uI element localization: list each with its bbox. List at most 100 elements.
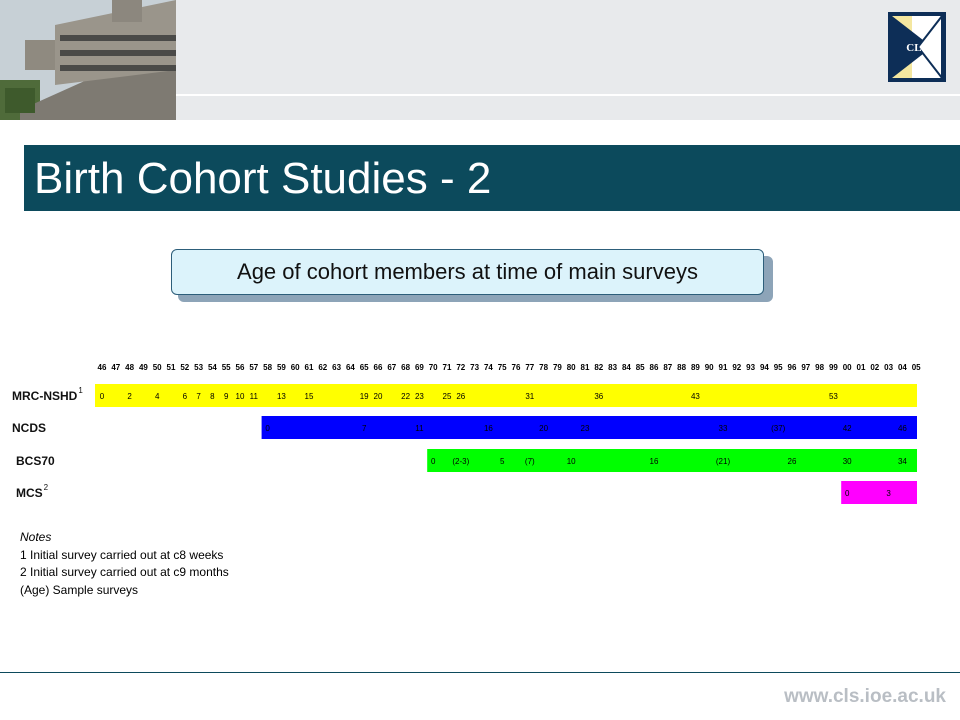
age-label: 26 — [456, 392, 465, 401]
year-tick-label: 64 — [346, 363, 355, 372]
year-tick-label: 87 — [663, 363, 672, 372]
year-tick-label: 02 — [870, 363, 879, 372]
year-tick-label: 91 — [719, 363, 728, 372]
age-label: 19 — [360, 392, 369, 401]
year-tick-label: 80 — [567, 363, 576, 372]
year-tick-label: 00 — [843, 363, 852, 372]
year-tick-label: 84 — [622, 363, 631, 372]
year-tick-label: 74 — [484, 363, 493, 372]
age-label: 36 — [594, 392, 603, 401]
notes-block: Notes 1 Initial survey carried out at c8… — [20, 529, 229, 599]
year-tick-label: 78 — [539, 363, 548, 372]
year-tick-label: 55 — [222, 363, 231, 372]
year-tick-label: 92 — [732, 363, 741, 372]
age-label: 3 — [886, 489, 891, 498]
year-tick-label: 63 — [332, 363, 341, 372]
notes-title: Notes — [20, 530, 52, 544]
year-tick-label: 85 — [636, 363, 645, 372]
year-tick-label: 97 — [801, 363, 810, 372]
age-label: 2 — [127, 392, 132, 401]
note-line-2: 2 Initial survey carried out at c9 month… — [20, 565, 229, 579]
age-label: 10 — [236, 392, 245, 401]
age-label: 7 — [196, 392, 201, 401]
year-tick-label: 73 — [470, 363, 479, 372]
age-label: 20 — [374, 392, 383, 401]
age-label: 4 — [155, 392, 160, 401]
year-tick-label: 62 — [318, 363, 327, 372]
age-label: 11 — [415, 424, 424, 433]
year-tick-label: 68 — [401, 363, 410, 372]
cohort-name-label: MRC-NSHD — [12, 389, 78, 403]
age-label: 31 — [525, 392, 534, 401]
age-label: 5 — [500, 457, 505, 466]
year-tick-label: 96 — [788, 363, 797, 372]
year-tick-label: 72 — [456, 363, 465, 372]
header-band: CLS — [0, 0, 960, 120]
age-label: 0 — [431, 457, 436, 466]
year-tick-label: 57 — [249, 363, 258, 372]
year-tick-label: 61 — [305, 363, 314, 372]
age-label: 34 — [898, 457, 907, 466]
year-tick-label: 98 — [815, 363, 824, 372]
year-tick-label: 49 — [139, 363, 148, 372]
footer-divider — [0, 672, 960, 673]
age-label: 0 — [100, 392, 105, 401]
year-tick-label: 58 — [263, 363, 272, 372]
age-label: 7 — [362, 424, 367, 433]
year-tick-label: 76 — [512, 363, 521, 372]
age-label: 16 — [484, 424, 493, 433]
cohort-name-label: MCS — [16, 486, 43, 500]
year-tick-label: 83 — [608, 363, 617, 372]
age-label: 0 — [845, 489, 850, 498]
age-label: 53 — [829, 392, 838, 401]
year-tick-label: 66 — [374, 363, 383, 372]
year-tick-label: 71 — [443, 363, 452, 372]
slide-title: Birth Cohort Studies - 2 — [34, 154, 492, 203]
age-label: 22 — [401, 392, 410, 401]
year-tick-label: 48 — [125, 363, 134, 372]
year-tick-label: 99 — [829, 363, 838, 372]
slide-subtitle: Age of cohort members at time of main su… — [171, 249, 764, 295]
logo-text: CLS — [906, 42, 927, 54]
age-label: 8 — [210, 392, 215, 401]
age-label: 20 — [539, 424, 548, 433]
age-label: 42 — [843, 424, 852, 433]
year-tick-label: 89 — [691, 363, 700, 372]
age-label: 9 — [224, 392, 229, 401]
year-tick-label: 70 — [429, 363, 438, 372]
year-tick-label: 59 — [277, 363, 286, 372]
year-tick-label: 94 — [760, 363, 769, 372]
age-label: (7) — [525, 457, 535, 466]
age-label: 25 — [443, 392, 452, 401]
year-tick-label: 03 — [884, 363, 893, 372]
age-label: 15 — [305, 392, 314, 401]
age-label: 13 — [277, 392, 286, 401]
age-label: (2-3) — [452, 457, 469, 466]
year-tick-label: 65 — [360, 363, 369, 372]
age-label: (37) — [771, 424, 786, 433]
cohort-name-label: BCS70 — [16, 454, 55, 468]
footer-url: www.cls.ioe.ac.uk — [784, 686, 946, 707]
title-bar: Birth Cohort Studies - 2 — [24, 145, 960, 211]
age-label: 26 — [788, 457, 797, 466]
year-tick-label: 67 — [387, 363, 396, 372]
year-tick-label: 90 — [705, 363, 714, 372]
age-label: 33 — [719, 424, 728, 433]
year-tick-label: 56 — [236, 363, 245, 372]
year-tick-label: 47 — [111, 363, 120, 372]
header-divider — [176, 94, 960, 96]
age-label: (21) — [716, 457, 731, 466]
note-line-1: 1 Initial survey carried out at c8 weeks — [20, 547, 224, 562]
building-photo — [0, 0, 176, 120]
cohort-name-superscript: 1 — [78, 386, 83, 395]
year-tick-label: 04 — [898, 363, 907, 372]
year-tick-label: 77 — [525, 363, 534, 372]
year-tick-label: 82 — [594, 363, 603, 372]
cohort-bar — [95, 384, 917, 407]
age-label: 43 — [691, 392, 700, 401]
year-tick-label: 93 — [746, 363, 755, 372]
year-tick-label: 81 — [581, 363, 590, 372]
year-tick-label: 50 — [153, 363, 162, 372]
cohort-name-superscript: 2 — [44, 483, 49, 492]
year-tick-label: 52 — [180, 363, 189, 372]
